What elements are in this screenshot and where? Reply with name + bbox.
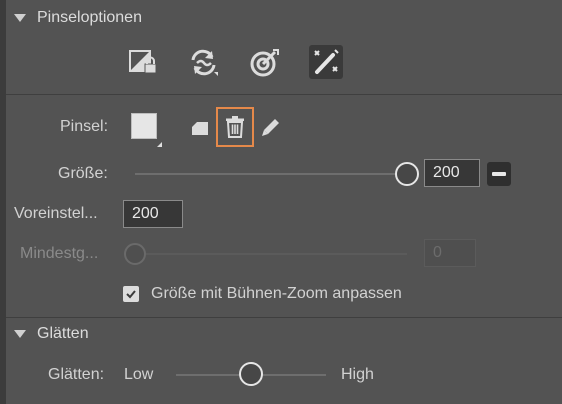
brush-shape-swatch[interactable] [131, 113, 157, 139]
lock-transparency-button[interactable] [127, 46, 161, 80]
swatch-dropdown-corner-icon [157, 142, 162, 147]
min-size-label: Mindestg... [20, 245, 99, 262]
lock-transparency-icon [129, 50, 157, 74]
sync-mode-icon [191, 49, 218, 76]
min-size-slider-track [135, 253, 407, 255]
smoothing-low-label: Low [124, 366, 154, 383]
size-slider-handle[interactable] [395, 162, 419, 186]
size-slider-track[interactable] [135, 173, 407, 175]
size-decrement-button[interactable] [487, 162, 511, 186]
zoom-scale-checkbox[interactable] [123, 286, 139, 302]
new-brush-button[interactable] [185, 112, 215, 142]
new-brush-icon [192, 122, 208, 135]
sync-mode-button[interactable] [187, 46, 221, 80]
delete-brush-button[interactable] [216, 107, 254, 147]
preset-input[interactable]: 200 [123, 200, 183, 228]
target-button[interactable] [248, 46, 282, 80]
collapse-triangle-icon [14, 14, 26, 22]
brush-properties-panel: Pinseloptionen Pinsel: Größe: 200 Vorein… [0, 0, 562, 404]
section-divider [6, 94, 562, 95]
collapse-triangle-icon [14, 330, 26, 338]
min-size-slider-handle [124, 243, 146, 265]
trash-icon [226, 116, 244, 138]
size-label: Größe: [58, 165, 108, 182]
min-size-input: 0 [424, 239, 476, 267]
checkmark-icon [126, 290, 136, 299]
brush-label: Pinsel: [60, 118, 109, 135]
smoothing-label: Glätten: [48, 366, 105, 383]
brush-options-title: Pinseloptionen [37, 9, 142, 26]
preset-label: Voreinstel... [14, 205, 98, 222]
zoom-scale-label[interactable]: Größe mit Bühnen-Zoom anpassen [151, 285, 402, 303]
smoothing-header[interactable]: Glätten [6, 318, 562, 350]
target-icon [250, 49, 279, 77]
brush-options-header[interactable]: Pinseloptionen [6, 2, 562, 34]
edit-brush-button[interactable] [256, 112, 286, 142]
smoothing-slider-handle[interactable] [239, 362, 263, 386]
smoothing-high-label: High [341, 366, 374, 383]
magic-wand-button[interactable] [309, 45, 343, 79]
smoothing-title: Glätten [37, 325, 89, 342]
minus-icon [492, 172, 506, 176]
size-input[interactable]: 200 [424, 159, 480, 187]
magic-wand-icon [314, 49, 339, 74]
pencil-icon [262, 119, 279, 136]
